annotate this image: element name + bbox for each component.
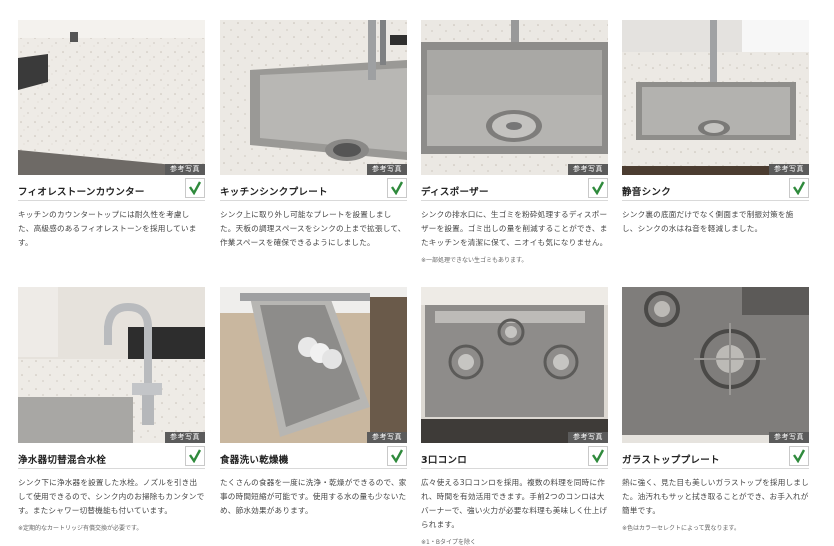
dishwasher-photo: 参考写真 — [220, 287, 407, 443]
feature-title: ガラストッププレート — [622, 455, 720, 466]
reference-photo-badge: 参考写真 — [165, 432, 205, 443]
sink-plate-photo: 参考写真 — [220, 20, 407, 175]
checkmark-icon — [185, 178, 205, 198]
divider — [622, 200, 809, 201]
checkmark-icon — [387, 446, 407, 466]
feature-card-glass-top-plate: 参考写真 ガラストッププレート 熱に強く、見た目も美しいガラストップを採用しまし… — [622, 287, 809, 532]
feature-title: 3口コンロ — [421, 455, 468, 466]
divider — [220, 468, 407, 469]
feature-card-three-burner-stove: 参考写真 3口コンロ 広々使える3口コンロを採用。複数の料理を同時に作れ、時間を… — [421, 287, 608, 546]
feature-card-quiet-sink: 参考写真 静音シンク シンク裏の底面だけでなく側面まで制振対策を施し、シンクの水… — [622, 20, 809, 236]
reference-photo-badge: 参考写真 — [769, 164, 809, 175]
divider — [421, 200, 608, 201]
feature-title: フィオレストーンカウンター — [18, 187, 145, 198]
divider — [18, 468, 205, 469]
checkmark-icon — [588, 178, 608, 198]
reference-photo-badge: 参考写真 — [568, 432, 608, 443]
feature-card-sink-plate: 参考写真 キッチンシンクプレート シンク上に取り外し可能なプレートを設置しました… — [220, 20, 407, 250]
reference-photo-badge: 参考写真 — [367, 164, 407, 175]
reference-photo-badge: 参考写真 — [367, 432, 407, 443]
feature-description: シンク裏の底面だけでなく側面まで制振対策を施し、シンクの水はね音を軽減しました。 — [622, 210, 794, 233]
feature-description: たくさんの食器を一度に洗浄・乾燥ができるので、家事の時間短縮が可能です。使用する… — [220, 478, 407, 515]
feature-note: ※1・Bタイプを除く — [421, 539, 476, 546]
feature-note: ※一部処理できない生ゴミもあります。 — [421, 257, 528, 264]
feature-description: 熱に強く、見た目も美しいガラストップを採用しました。油汚れもサッと拭き取ることが… — [622, 478, 809, 515]
counter-photo: 参考写真 — [18, 20, 205, 175]
feature-title: 静音シンク — [622, 187, 672, 198]
feature-title: ディスポーザー — [421, 187, 489, 198]
feature-title: キッチンシンクプレート — [220, 187, 328, 198]
feature-title: 浄水器切替混合水栓 — [18, 455, 107, 466]
faucet-photo: 参考写真 — [18, 287, 205, 443]
checkmark-icon — [789, 446, 809, 466]
feature-note: ※色はカラーセレクトによって異なります。 — [622, 525, 740, 532]
quiet-sink-photo: 参考写真 — [622, 20, 809, 175]
feature-card-fiore-stone-counter: 参考写真 フィオレストーンカウンター キッチンのカウンタートップには耐久性を考慮… — [18, 20, 205, 250]
feature-description: シンク下に浄水器を設置した水栓。ノズルを引き出して使用できるので、シンク内のお掃… — [18, 478, 205, 515]
feature-card-dishwasher: 参考写真 食器洗い乾燥機 たくさんの食器を一度に洗浄・乾燥ができるので、家事の時… — [220, 287, 407, 518]
feature-description: シンク上に取り外し可能なプレートを設置しました。天板の調理スペースをシンクの上ま… — [220, 210, 406, 247]
checkmark-icon — [185, 446, 205, 466]
reference-photo-badge: 参考写真 — [568, 164, 608, 175]
divider — [18, 200, 205, 201]
reference-photo-badge: 参考写真 — [165, 164, 205, 175]
divider — [622, 468, 809, 469]
feature-description: シンクの排水口に、生ゴミを粉砕処理するディスポーザーを設置。ゴミ出しの量を削減す… — [421, 210, 608, 247]
reference-photo-badge: 参考写真 — [769, 432, 809, 443]
feature-note: ※定期的なカートリッジ有償交換が必要です。 — [18, 525, 143, 532]
feature-description: 広々使える3口コンロを採用。複数の料理を同時に作れ、時間を有効活用できます。手前… — [421, 478, 608, 529]
feature-card-disposer: 参考写真 ディスポーザー シンクの排水口に、生ゴミを粉砕処理するディスポーザーを… — [421, 20, 608, 264]
checkmark-icon — [789, 178, 809, 198]
stove-photo: 参考写真 — [421, 287, 608, 443]
feature-card-purifier-faucet: 参考写真 浄水器切替混合水栓 シンク下に浄水器を設置した水栓。ノズルを引き出して… — [18, 287, 205, 532]
divider — [220, 200, 407, 201]
divider — [421, 468, 608, 469]
glass-top-photo: 参考写真 — [622, 287, 809, 443]
checkmark-icon — [588, 446, 608, 466]
feature-description: キッチンのカウンタートップには耐久性を考慮した、高級感のあるフィオレストーンを採… — [18, 210, 197, 247]
disposer-photo: 参考写真 — [421, 20, 608, 175]
feature-title: 食器洗い乾燥機 — [220, 455, 289, 466]
checkmark-icon — [387, 178, 407, 198]
